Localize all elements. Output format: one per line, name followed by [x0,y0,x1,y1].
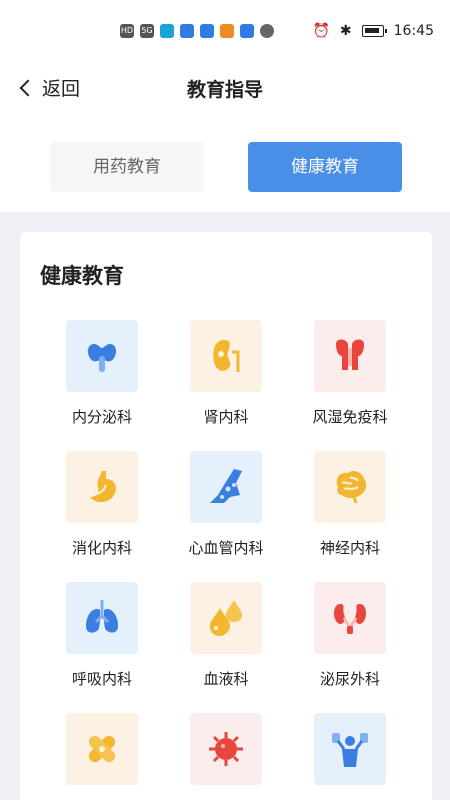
joint-icon [336,339,364,370]
alarm-icon: ⏰ [312,23,330,39]
clock: 16:45 [393,23,434,39]
tile [314,582,386,654]
wifi-icon [160,24,174,38]
lungs-icon [86,600,118,633]
video-notification-icon [220,24,234,38]
department-item-infectious[interactable] [164,713,288,800]
department-item-rheumatology[interactable]: 风湿免疫科 [288,320,412,440]
department-item-dermatology[interactable] [40,713,164,800]
department-item-urology[interactable]: 泌尿外科 [288,582,412,702]
nav-bar: 返回 教育指导 [0,66,450,110]
blood-vessel-icon [210,469,242,503]
department-item-gastroenterology[interactable]: 消化内科 [40,451,164,571]
department-label: 风湿免疫科 [312,408,388,426]
department-label: 血液科 [203,670,249,688]
thyroid-icon [87,344,117,372]
tile [190,582,262,654]
virus-icon [209,732,243,766]
urinary-icon [334,604,366,634]
department-label: 肾内科 [203,408,249,426]
header-area: HD 5G ⏰ ✱ 16:45 返回 教育指导 用药教育 健康教育 [0,0,450,212]
shield-notification-icon [200,24,214,38]
department-item-rehabilitation[interactable] [288,713,412,800]
tab-medication-education[interactable]: 用药教育 [50,142,204,192]
department-item-neurology[interactable]: 神经内科 [288,451,412,571]
department-label: 心血管内科 [188,539,264,557]
brain-icon [336,471,367,504]
tile [190,320,262,392]
battery-icon [361,25,387,37]
tab-health-education[interactable]: 健康教育 [248,142,402,192]
department-label: 神经内科 [319,539,380,557]
department-item-hematology[interactable]: 血液科 [164,582,288,702]
search-notification-icon [240,24,254,38]
tile [66,451,138,523]
section-title: 健康教育 [40,264,124,288]
department-label: 呼吸内科 [71,670,132,688]
signal-icon: 5G [140,24,154,38]
health-education-card: 健康教育 内分泌科 肾内科 风湿免疫科 消化内科 心血管内科 神经内科 呼吸内科… [20,232,432,800]
status-bar: HD 5G ⏰ ✱ 16:45 [0,0,450,66]
tile [66,320,138,392]
blood-drops-icon [210,600,242,636]
page-title: 教育指导 [186,79,263,101]
department-label: 内分泌科 [71,408,132,426]
department-label: 消化内科 [71,539,132,557]
bluetooth-icon: ✱ [339,23,352,39]
tile [66,582,138,654]
kidney-icon [213,340,240,372]
department-item-respiratory[interactable]: 呼吸内科 [40,582,164,702]
tile [314,451,386,523]
bandage-icon [88,735,116,763]
app-notification-icon [180,24,194,38]
department-item-cardiology[interactable]: 心血管内科 [164,451,288,571]
tile [66,713,138,785]
tile [314,713,386,785]
tile [190,713,262,785]
tile [190,451,262,523]
department-item-nephrology[interactable]: 肾内科 [164,320,288,440]
fitness-icon [332,733,368,767]
tab-switcher: 用药教育 健康教育 [50,142,402,192]
tile [314,320,386,392]
hd-icon: HD [120,24,134,38]
department-item-endocrinology[interactable]: 内分泌科 [40,320,164,440]
status-icons-left: HD 5G [120,24,274,38]
stomach-icon [90,471,116,503]
browser-notification-icon [260,24,274,38]
department-label: 泌尿外科 [319,670,380,688]
status-icons-right: ⏰ ✱ 16:45 [312,23,434,39]
